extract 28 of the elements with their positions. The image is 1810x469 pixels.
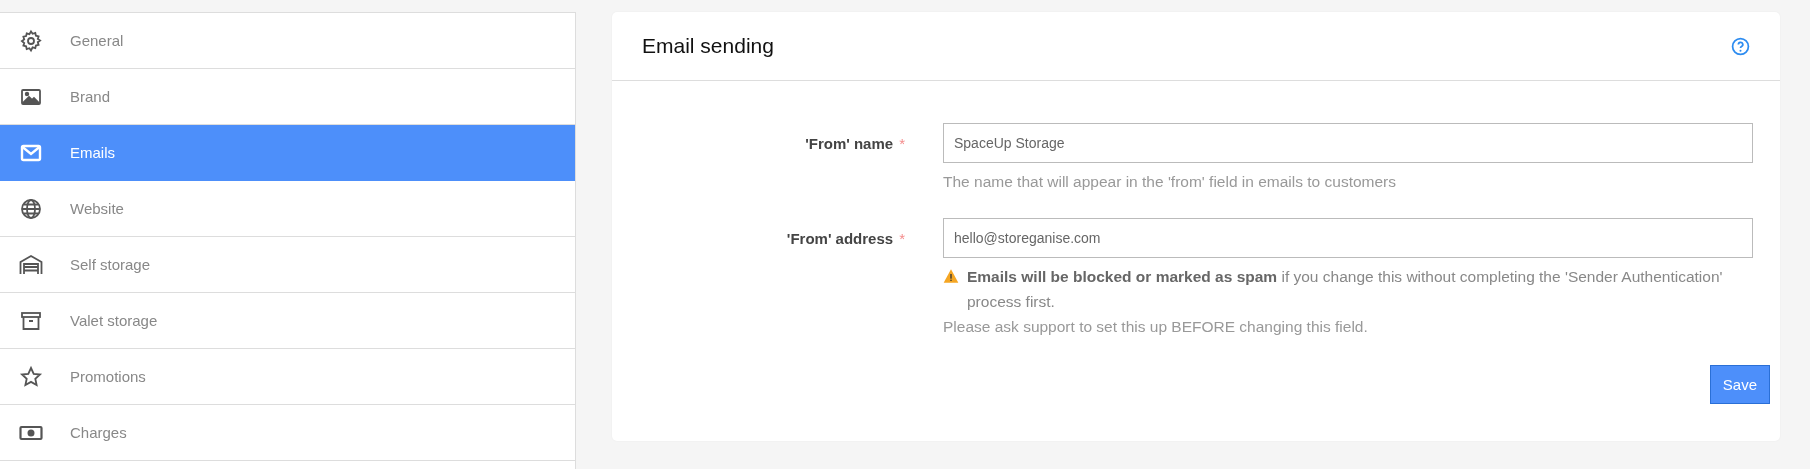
- image-icon: [21, 88, 41, 105]
- sidebar-item[interactable]: General: [0, 13, 575, 69]
- sidebar-item[interactable]: Website: [0, 181, 575, 237]
- garage-icon: [19, 254, 43, 275]
- help-icon[interactable]: [1731, 36, 1750, 56]
- field-label: 'From' name: [805, 134, 894, 152]
- banknote-icon: [19, 425, 43, 440]
- required-mark: *: [899, 229, 905, 247]
- sidebar-item[interactable]: Charges: [0, 405, 575, 461]
- envelope-icon: [20, 144, 42, 161]
- save-button[interactable]: Save: [1709, 365, 1770, 404]
- panel-title: Email sending: [642, 34, 774, 58]
- input-field[interactable]: hello@storeganise.com: [943, 218, 1753, 258]
- input-field[interactable]: SpaceUp Storage: [943, 123, 1753, 163]
- help-text: The name that will appear in the 'from' field in emails to customers: [943, 172, 1397, 192]
- sidebar-item[interactable]: Self storage: [0, 237, 575, 293]
- archive-box-icon: [21, 311, 41, 330]
- gear-icon: [20, 29, 42, 52]
- field-label: 'From' address: [786, 229, 894, 247]
- sidebar-item[interactable]: Emails: [0, 125, 575, 181]
- globe-icon: [21, 198, 41, 219]
- help-text: Emails will be blocked or marked as spam if you change this without completing the 'Sender Authentication' process first.: [967, 267, 1724, 312]
- help-text: Please ask support to set this up BEFORE changing this field.: [943, 317, 1368, 337]
- star-icon: [19, 365, 43, 387]
- sidebar-item[interactable]: Promotions: [0, 349, 575, 405]
- warning-icon: [943, 268, 959, 284]
- sidebar-item[interactable]: Valet storage: [0, 293, 575, 349]
- required-mark: *: [899, 134, 905, 152]
